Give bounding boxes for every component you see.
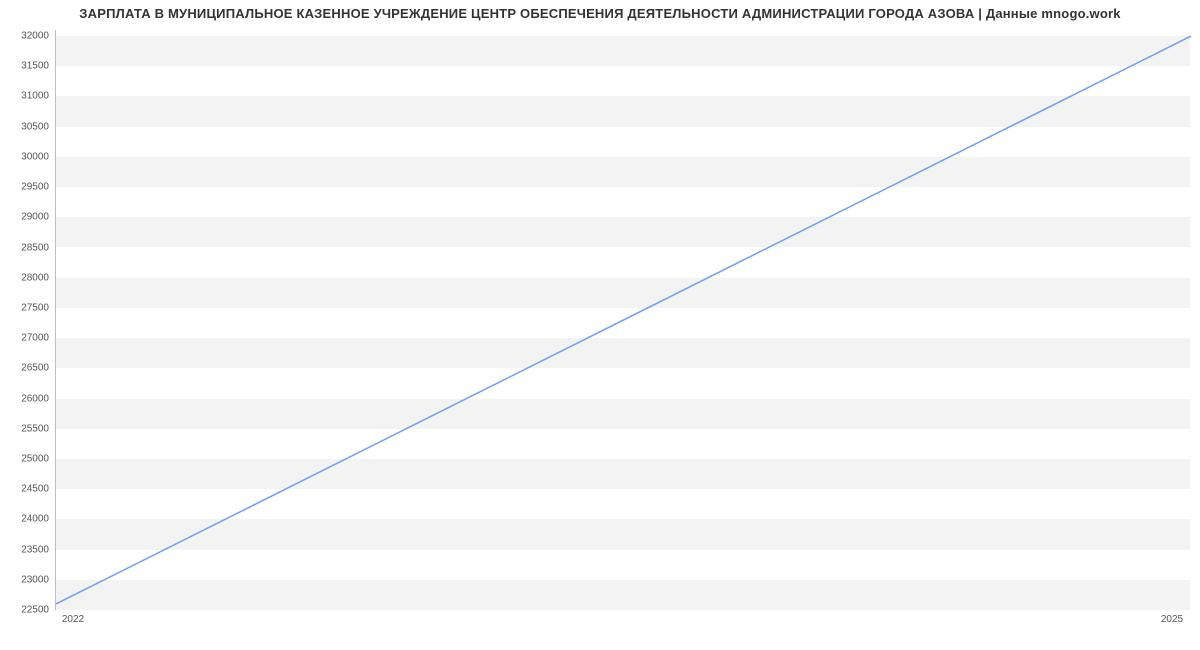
y-tick-label: 32000 [0, 31, 49, 42]
x-tick-label: 2025 [1161, 614, 1183, 625]
y-tick-label: 28000 [0, 272, 49, 283]
y-tick-label: 29000 [0, 212, 49, 223]
y-tick-label: 23500 [0, 544, 49, 555]
x-tick-label: 2022 [62, 614, 84, 625]
plot-area [55, 30, 1190, 610]
y-tick-label: 26000 [0, 393, 49, 404]
y-tick-label: 31000 [0, 91, 49, 102]
line-layer [56, 30, 1190, 609]
series-line [56, 36, 1191, 604]
chart-title: ЗАРПЛАТА В МУНИЦИПАЛЬНОЕ КАЗЕННОЕ УЧРЕЖД… [0, 6, 1200, 21]
y-tick-label: 30500 [0, 121, 49, 132]
y-tick-label: 26500 [0, 363, 49, 374]
y-tick-label: 29500 [0, 182, 49, 193]
y-tick-label: 27000 [0, 333, 49, 344]
y-tick-label: 27500 [0, 302, 49, 313]
y-tick-label: 22500 [0, 605, 49, 616]
y-tick-label: 28500 [0, 242, 49, 253]
y-tick-label: 24000 [0, 514, 49, 525]
y-tick-label: 24500 [0, 484, 49, 495]
y-tick-label: 25000 [0, 453, 49, 464]
y-tick-label: 30000 [0, 151, 49, 162]
y-tick-label: 31500 [0, 61, 49, 72]
chart-container: ЗАРПЛАТА В МУНИЦИПАЛЬНОЕ КАЗЕННОЕ УЧРЕЖД… [0, 0, 1200, 650]
y-tick-label: 23000 [0, 574, 49, 585]
y-tick-label: 25500 [0, 423, 49, 434]
